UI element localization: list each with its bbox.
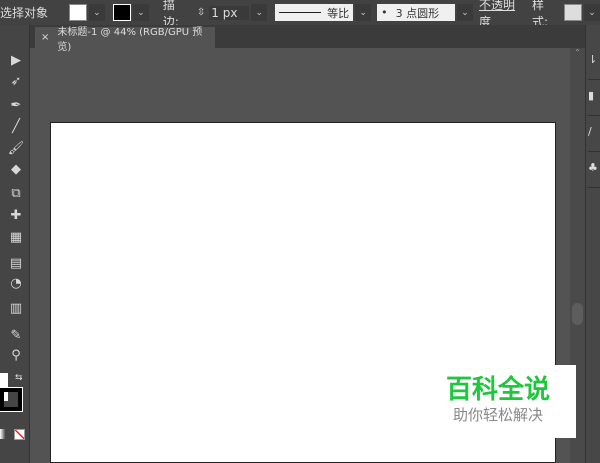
scale-tool-icon[interactable]: ⧉ (6, 185, 26, 203)
shape-builder-tool-icon[interactable]: ◔ (6, 275, 26, 293)
fill-dropdown[interactable]: ⌄ (88, 4, 105, 21)
scroll-up-icon[interactable]: ⌃ (570, 48, 585, 57)
gradient-tool-icon[interactable]: ▤ (6, 255, 26, 273)
brush-tool-icon[interactable]: 🖌 (6, 140, 26, 158)
stroke-color-swatch[interactable] (0, 387, 23, 412)
perspective-grid-tool-icon[interactable]: ▦ (6, 229, 26, 247)
document-tab-bar: × 未标题-1 @ 44% (RGB/GPU 预览) (30, 25, 585, 53)
panel-icon[interactable]: / (588, 117, 600, 152)
zoom-tool-icon[interactable]: ⚲ (6, 347, 26, 365)
watermark-title: 百科全说 (445, 375, 550, 405)
scrollbar-thumb[interactable] (572, 303, 583, 325)
control-bar: 选择对象 ⌄ ⌄ 描边: ⇳ 1 px ⌄ 等比 ⌄ • 3 点圆形 ⌄ 不透明度… (0, 0, 600, 29)
stroke-weight-input[interactable]: 1 px (209, 5, 250, 20)
document-tab[interactable]: × 未标题-1 @ 44% (RGB/GPU 预览) (35, 27, 215, 53)
style-dropdown[interactable]: ⌄ (584, 4, 600, 21)
eyedropper-tool-icon[interactable]: ✎ (6, 327, 26, 345)
stroke-swatch[interactable] (112, 4, 131, 21)
eraser-tool-icon[interactable]: ◆ (6, 161, 26, 179)
line-tool-icon[interactable]: ╱ (6, 118, 26, 136)
swap-colors-icon[interactable]: ⇆ (15, 373, 23, 383)
fill-swatch[interactable] (68, 4, 87, 21)
profile-label: 等比 (327, 6, 350, 20)
style-swatch[interactable] (564, 4, 582, 21)
graph-tool-icon[interactable]: ▥ (6, 300, 26, 318)
close-tab-icon[interactable]: × (41, 32, 49, 43)
panel-icon[interactable]: ▮ (588, 81, 600, 116)
lasso-tool-icon[interactable]: ➶ (6, 73, 26, 91)
brush-label: 3 点圆形 (395, 6, 440, 20)
stroke-dropdown[interactable]: ⌄ (132, 4, 149, 21)
puppet-warp-tool-icon[interactable]: ✚ (6, 207, 26, 225)
selection-tool-icon[interactable]: ▶ (6, 52, 26, 70)
gradient-mode-icon[interactable] (0, 429, 6, 439)
pen-tool-icon[interactable]: ✒ (6, 97, 26, 115)
none-mode-icon[interactable] (14, 429, 25, 440)
panel-icon[interactable]: ⇂ (588, 45, 600, 80)
stroke-stepper[interactable]: ⇳ (197, 7, 205, 18)
brush-definition[interactable]: • 3 点圆形 (377, 4, 456, 21)
tools-panel: ▶ ➶ ✒ ╱ 🖌 ◆ ⧉ ✚ ▦ ▤ ◔ ▥ ✎ ⚲ ⇆ (0, 25, 30, 463)
watermark: 百科全说 助你轻松解决 (420, 365, 576, 438)
document-title: 未标题-1 @ 44% (RGB/GPU 预览) (57, 26, 203, 53)
profile-dropdown[interactable]: ⌄ (355, 4, 372, 21)
variable-width-profile[interactable]: 等比 (275, 4, 354, 21)
brush-dropdown[interactable]: ⌄ (457, 4, 474, 21)
select-object-label: 选择对象 (0, 6, 49, 20)
watermark-subtitle: 助你轻松解决 (452, 406, 543, 424)
right-panel-dock: ⇂ ▮ / ♣ (585, 25, 600, 463)
panel-icon[interactable]: ♣ (588, 153, 600, 188)
stroke-weight-dropdown[interactable]: ⌄ (251, 4, 268, 21)
